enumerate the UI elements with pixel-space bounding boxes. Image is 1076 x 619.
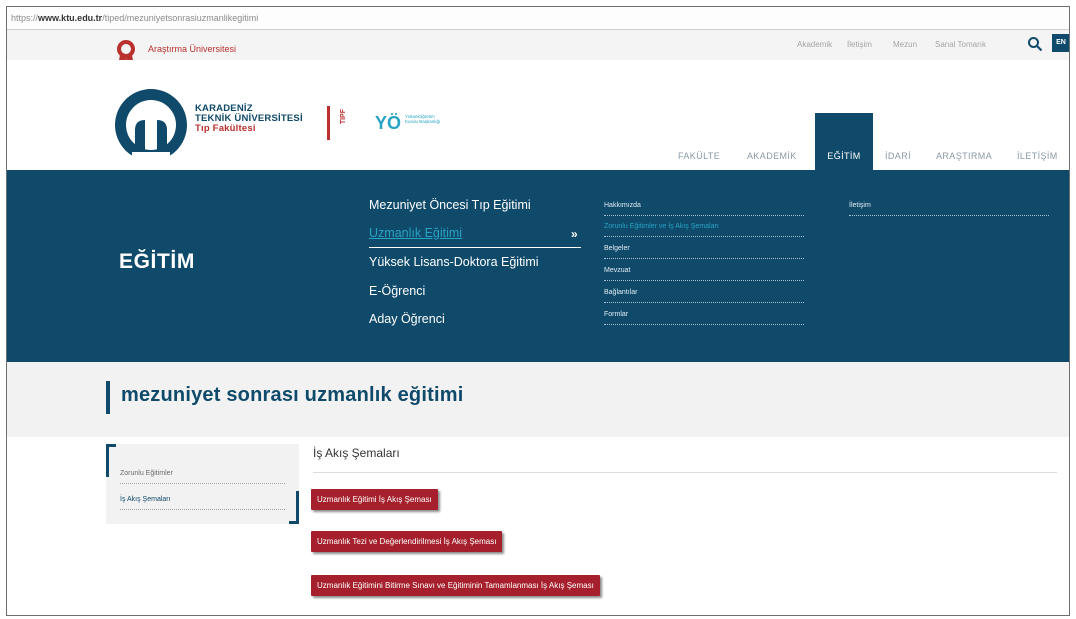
submenu-item-belgeler[interactable]: Belgeler: [604, 245, 804, 259]
section-sidebar: Zorunlu Eğitimler İş Akış Şemaları: [106, 444, 299, 524]
mega-item-e-ogrenci[interactable]: E-Öğrenci: [369, 284, 425, 298]
search-icon[interactable]: [1027, 36, 1043, 52]
site-header: KARADENİZ TEKNİK ÜNİVERSİTESİ Tıp Fakült…: [7, 60, 1069, 176]
submenu-item-baglantilar[interactable]: Bağlantılar: [604, 289, 804, 303]
research-university-label: Araştırma Üniversitesi: [148, 44, 237, 54]
mega-item-mezuniyet-oncesi[interactable]: Mezuniyet Öncesi Tıp Eğitimi: [369, 198, 531, 212]
nav-item-akademik[interactable]: AKADEMİK: [747, 113, 797, 176]
flowchart-button-bitirme-sinavi[interactable]: Uzmanlık Eğitimini Bitirme Sınavı ve Eği…: [311, 575, 600, 596]
sidebar-corner-bottom: [289, 491, 299, 524]
url-host: www.ktu.edu.tr: [38, 13, 103, 23]
language-button[interactable]: EN: [1052, 34, 1069, 52]
main-nav: FAKÜLTE AKADEMİK EĞİTİM İDARİ ARAŞTIRMA …: [7, 113, 1069, 176]
nav-item-iletisim[interactable]: İLETİŞİM: [1017, 113, 1058, 176]
url-path: /tiped/mezuniyetsonrasiuzmanlikegitimi: [102, 13, 259, 23]
nav-item-idari[interactable]: İDARİ: [885, 113, 911, 176]
submenu-item-iletisim[interactable]: İletişim: [849, 202, 1049, 216]
mega-item-yuksek-lisans[interactable]: Yüksek Lisans-Doktora Eğitimi: [369, 255, 539, 269]
content-title: İş Akış Şemaları: [313, 446, 400, 460]
sidebar-item-is-akis-semalari[interactable]: İş Akış Şemaları: [120, 496, 285, 510]
browser-window: https://www.ktu.edu.tr/tiped/mezuniyetso…: [6, 6, 1070, 616]
submenu-item-formlar[interactable]: Formlar: [604, 311, 804, 325]
mega-item-aday-ogrenci[interactable]: Aday Öğrenci: [369, 312, 445, 326]
flowchart-button-uzmanlik-egitimi[interactable]: Uzmanlık Eğitimi İş Akış Şeması: [311, 489, 438, 510]
nav-item-egitim[interactable]: EĞİTİM: [815, 113, 873, 176]
nav-item-arastirma[interactable]: ARAŞTIRMA: [936, 113, 992, 176]
util-link-akademik[interactable]: Akademik: [797, 40, 832, 49]
nav-item-fakulte[interactable]: FAKÜLTE: [678, 113, 720, 176]
submenu-item-hakkimizda[interactable]: Hakkımızda: [604, 202, 804, 216]
double-chevron-icon: »: [571, 227, 578, 241]
page-header: mezuniyet sonrası uzmanlık eğitimi: [7, 362, 1069, 437]
submenu-item-mevzuat[interactable]: Mevzuat: [604, 267, 804, 281]
sidebar-item-zorunlu-egitimler[interactable]: Zorunlu Eğitimler: [120, 470, 285, 484]
page-title: mezuniyet sonrası uzmanlık eğitimi: [121, 384, 464, 406]
flowchart-button-uzmanlik-tezi[interactable]: Uzmanlık Tezi ve Değerlendirilmesi İş Ak…: [311, 531, 503, 552]
submenu-item-zorunlu-egitimler[interactable]: Zorunlu Eğitimler ve İş Akış Şemaları: [604, 223, 804, 237]
mega-item-underline: [369, 247, 581, 248]
util-link-sanal-tomarik[interactable]: Sanal Tomarık: [935, 40, 986, 49]
mega-menu-title: EĞİTİM: [119, 250, 195, 273]
address-bar[interactable]: https://www.ktu.edu.tr/tiped/mezuniyetso…: [7, 7, 1069, 30]
mega-item-uzmanlik[interactable]: Uzmanlık Eğitimi: [369, 226, 462, 240]
page-title-accent: [106, 381, 110, 414]
sidebar-corner-top: [106, 444, 116, 477]
url-scheme: https://: [11, 13, 39, 23]
mega-menu: EĞİTİM Mezuniyet Öncesi Tıp Eğitimi Uzma…: [7, 170, 1069, 362]
util-link-mezun[interactable]: Mezun: [893, 40, 917, 49]
utility-bar: Araştırma Üniversitesi Akademik İletişim…: [7, 30, 1069, 71]
content-divider: [313, 472, 1057, 473]
util-link-iletisim[interactable]: İletişim: [847, 40, 872, 49]
